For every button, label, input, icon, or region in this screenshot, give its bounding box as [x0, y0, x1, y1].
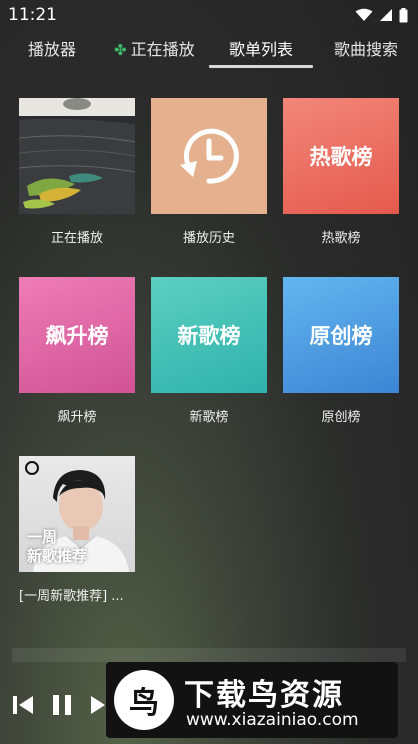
hot-cover: 热歌榜: [283, 98, 399, 214]
grid-caption: 热歌榜: [321, 231, 361, 246]
original-cover: 原创榜: [283, 277, 399, 393]
previous-icon[interactable]: [10, 692, 36, 718]
weekly-cover-line1: 一周: [27, 528, 58, 546]
now-playing-cover: [19, 98, 135, 214]
player-controls: [10, 692, 114, 718]
grid-item-weekly[interactable]: 一周 新歌推荐 [一周新歌推荐] ...: [19, 456, 135, 604]
tab-bar: 播放器 ✤ 正在播放 歌单列表 歌曲搜索: [0, 30, 418, 68]
grid-caption: 播放历史: [182, 231, 235, 246]
cover-text: 原创榜: [309, 324, 373, 348]
grid-item-hot[interactable]: 热歌榜 热歌榜: [283, 98, 399, 246]
grid-item-history[interactable]: 播放历史: [151, 98, 267, 246]
tab-now-playing-label: 正在播放: [130, 40, 195, 59]
new-cover: 新歌榜: [151, 277, 267, 393]
grid-item-new[interactable]: 新歌榜 新歌榜: [151, 277, 267, 425]
history-clock-icon: [180, 128, 239, 184]
wifi-icon: [355, 8, 373, 21]
cover-text: 新歌榜: [177, 324, 241, 348]
status-bar: 11:21: [0, 0, 418, 30]
cover-text: 热歌榜: [309, 145, 373, 169]
history-cover: [151, 98, 267, 214]
grid-caption: 原创榜: [321, 410, 361, 425]
grid-item-original[interactable]: 原创榜 原创榜: [283, 277, 399, 425]
grid-caption: [一周新歌推荐] ...: [19, 589, 124, 604]
watermark-banner: 鸟 下载鸟资源 www.xiazainiao.com: [106, 662, 398, 738]
tab-indicator: [209, 65, 313, 68]
status-time: 11:21: [8, 5, 57, 25]
tab-player[interactable]: 播放器: [28, 36, 76, 60]
tab-now-playing[interactable]: ✤ 正在播放: [114, 36, 195, 60]
tab-playlists[interactable]: 歌单列表: [229, 36, 293, 60]
tab-song-search[interactable]: 歌曲搜索: [334, 36, 398, 60]
mini-player-bar[interactable]: [12, 648, 406, 662]
signal-icon: [380, 9, 392, 21]
weekly-cover: 一周 新歌推荐: [19, 456, 135, 572]
watermark-bird-logo: 鸟: [114, 670, 174, 730]
clover-icon: ✤: [114, 41, 127, 59]
grid-caption: 新歌榜: [189, 410, 229, 425]
weekly-cover-line2: 新歌推荐: [27, 547, 88, 565]
rise-cover: 飙升榜: [19, 277, 135, 393]
album-art-image: [19, 98, 135, 214]
watermark-title: 下载鸟资源: [184, 678, 344, 713]
grid-caption: 正在播放: [50, 231, 103, 246]
cover-text: 飙升榜: [45, 324, 109, 348]
watermark-url: www.xiazainiao.com: [186, 710, 359, 730]
pause-icon[interactable]: [50, 692, 74, 718]
grid-item-rise[interactable]: 飙升榜 飙升榜: [19, 277, 135, 425]
grid-item-now-playing[interactable]: 正在播放: [19, 98, 135, 246]
battery-icon: [399, 7, 408, 22]
weekly-cover-text: 一周 新歌推荐: [27, 528, 87, 566]
grid-caption: 飙升榜: [57, 410, 97, 425]
status-icons: [355, 7, 408, 23]
